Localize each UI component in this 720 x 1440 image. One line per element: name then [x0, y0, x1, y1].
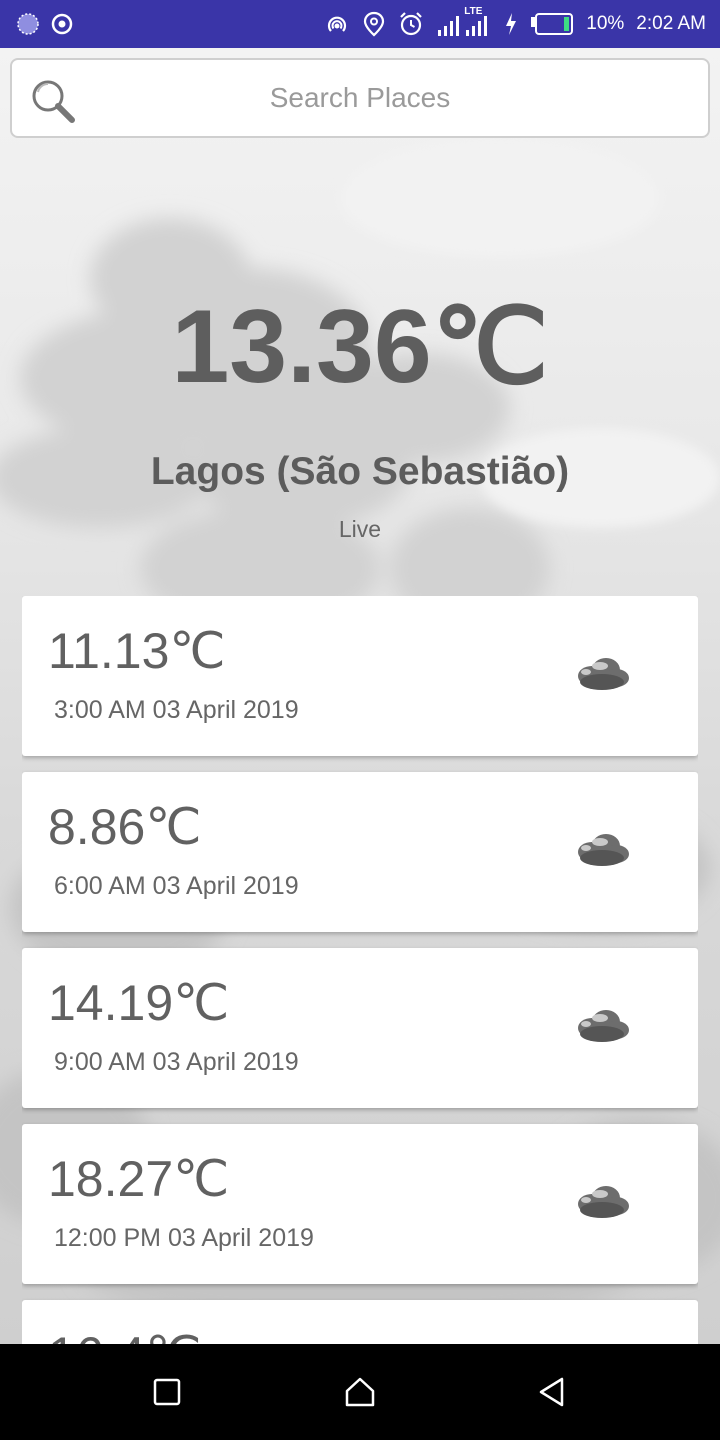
forecast-card[interactable]: 14.19℃ 9:00 AM 03 April 2019 [22, 948, 698, 1108]
cloudy-icon [570, 652, 634, 696]
alarm-icon [398, 11, 424, 37]
cloudy-icon [570, 1180, 634, 1224]
forecast-card[interactable]: 16.4℃ [22, 1300, 698, 1344]
network-type-label: LTE [464, 6, 483, 17]
cloudy-icon [570, 1004, 634, 1048]
recents-button[interactable] [137, 1362, 197, 1422]
clock: 2:02 AM [636, 13, 706, 34]
forecast-card[interactable]: 18.27℃ 12:00 PM 03 April 2019 [22, 1124, 698, 1284]
forecast-list[interactable]: 11.13℃ 3:00 AM 03 April 2019 8.86℃ 6:00 … [22, 596, 698, 1344]
forecast-temperature: 8.86℃ [48, 799, 202, 855]
forecast-card[interactable]: 8.86℃ 6:00 AM 03 April 2019 [22, 772, 698, 932]
forecast-temperature: 18.27℃ [48, 1151, 230, 1207]
navigation-bar [0, 1344, 720, 1440]
forecast-datetime: 9:00 AM 03 April 2019 [54, 1048, 299, 1076]
forecast-card[interactable]: 11.13℃ 3:00 AM 03 April 2019 [22, 596, 698, 756]
location-icon [362, 11, 386, 37]
current-temperature: 13.36℃ [171, 289, 549, 405]
status-bar: LTE 10% 2:02 AM [0, 0, 720, 48]
square-icon [153, 1378, 180, 1406]
back-triangle-icon [540, 1377, 564, 1407]
target-icon [50, 12, 74, 36]
home-icon [345, 1377, 375, 1407]
back-button[interactable] [523, 1362, 583, 1422]
forecast-temperature: 11.13℃ [48, 623, 226, 679]
search-bar[interactable] [10, 58, 710, 138]
app-notification-icon [16, 12, 40, 36]
hotspot-icon [324, 11, 350, 37]
signal-icon: LTE [436, 6, 492, 38]
forecast-temperature: 14.19℃ [48, 975, 230, 1031]
cloudy-icon [570, 828, 634, 872]
home-button[interactable] [330, 1362, 390, 1422]
battery-icon [530, 12, 574, 36]
search-input[interactable] [12, 60, 708, 136]
charging-icon [504, 12, 518, 36]
live-status: Live [338, 516, 382, 542]
forecast-datetime: 3:00 AM 03 April 2019 [54, 696, 299, 724]
forecast-datetime: 6:00 AM 03 April 2019 [54, 872, 299, 900]
battery-percent: 10% [586, 13, 625, 34]
search-icon[interactable] [28, 76, 80, 128]
location-name: Lagos (São Sebastião) [150, 450, 570, 493]
forecast-temperature: 16.4℃ [48, 1326, 201, 1344]
forecast-datetime: 12:00 PM 03 April 2019 [54, 1224, 314, 1252]
